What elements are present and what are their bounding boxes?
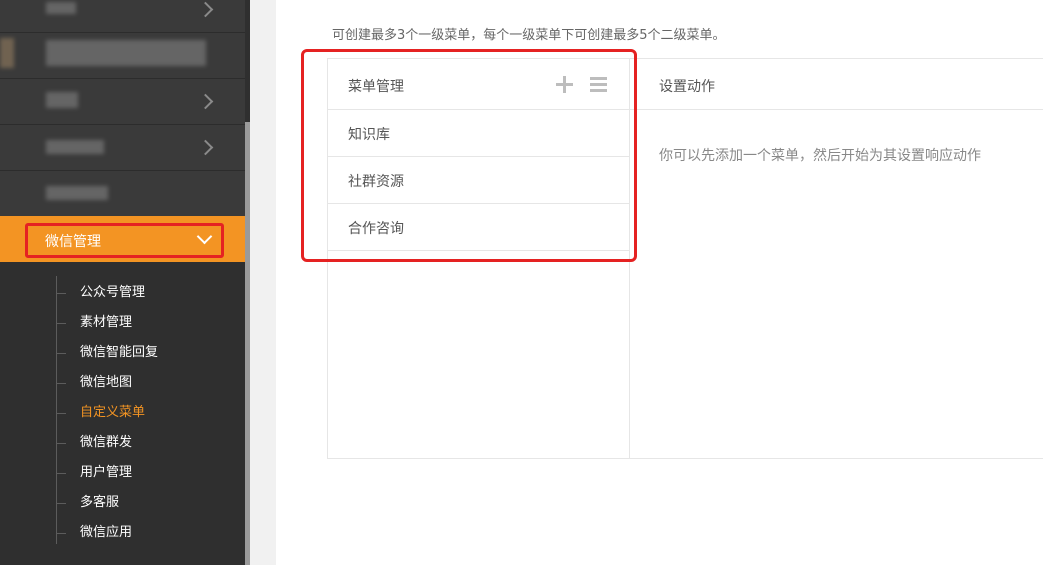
- blurred-label: [46, 92, 78, 108]
- chevron-right-icon: [197, 1, 214, 18]
- menu-management-title: 菜单管理: [348, 79, 404, 95]
- menu-item[interactable]: 知识库: [328, 110, 629, 157]
- tree-branch: [56, 383, 66, 384]
- blurred-thumbnail: [0, 38, 14, 68]
- sidebar-item-blurred-2[interactable]: [0, 32, 245, 79]
- tree-branch: [56, 413, 66, 414]
- tree-branch: [56, 323, 66, 324]
- menu-management-header: 菜单管理: [328, 59, 629, 110]
- action-settings-header: 设置动作: [629, 59, 1043, 110]
- sidebar-item-blurred-3[interactable]: [0, 78, 245, 125]
- highlight-box-sidebar-group: [25, 223, 224, 258]
- menu-item-label: 合作咨询: [348, 221, 404, 237]
- sidebar-subitem[interactable]: 自定义菜单: [80, 403, 145, 423]
- sidebar-subitem[interactable]: 微信智能回复: [80, 343, 158, 363]
- menu-item-label: 知识库: [348, 127, 390, 143]
- tree-branch: [56, 443, 66, 444]
- tree-branch: [56, 533, 66, 534]
- tree-branch: [56, 473, 66, 474]
- menu-item[interactable]: 社群资源: [328, 157, 629, 204]
- sidebar-subitem[interactable]: 多客服: [80, 493, 119, 513]
- chevron-right-icon: [197, 93, 214, 110]
- action-empty-hint: 你可以先添加一个菜单，然后开始为其设置响应动作: [659, 148, 981, 164]
- action-settings-column: 设置动作 你可以先添加一个菜单，然后开始为其设置响应动作: [629, 59, 1043, 458]
- custom-menu-panel: 菜单管理 知识库 社群资源 合作咨询 设置动作 你可以先添加一个菜单，然后开始为…: [327, 58, 1043, 459]
- sidebar-subitem[interactable]: 微信群发: [80, 433, 132, 453]
- tree-branch: [56, 293, 66, 294]
- action-settings-title: 设置动作: [659, 79, 715, 95]
- add-icon[interactable]: [556, 76, 573, 93]
- tree-branch: [56, 353, 66, 354]
- content-gutter: [250, 0, 276, 565]
- sidebar-item-blurred-4[interactable]: [0, 124, 245, 171]
- blurred-label: [46, 2, 76, 14]
- sidebar-subitem[interactable]: 微信应用: [80, 523, 132, 543]
- menu-management-column: 菜单管理 知识库 社群资源 合作咨询: [328, 59, 630, 458]
- menu-item-label: 社群资源: [348, 174, 404, 190]
- sidebar-subitem[interactable]: 公众号管理: [80, 283, 145, 303]
- sidebar-subitem[interactable]: 素材管理: [80, 313, 132, 333]
- sidebar-item-blurred-5[interactable]: [0, 170, 245, 216]
- menu-item[interactable]: 合作咨询: [328, 204, 629, 251]
- blurred-label: [46, 40, 206, 66]
- tree-branch: [56, 503, 66, 504]
- sort-list-icon[interactable]: [590, 77, 607, 93]
- chevron-right-icon: [197, 139, 214, 156]
- sidebar-subitem[interactable]: 微信地图: [80, 373, 132, 393]
- sidebar-subitem[interactable]: 用户管理: [80, 463, 132, 483]
- menu-limit-tip: 可创建最多3个一级菜单，每个一级菜单下可创建最多5个二级菜单。: [332, 28, 726, 43]
- sidebar-item-blurred-1[interactable]: [0, 0, 245, 33]
- blurred-label: [46, 140, 104, 154]
- blurred-label: [46, 186, 108, 200]
